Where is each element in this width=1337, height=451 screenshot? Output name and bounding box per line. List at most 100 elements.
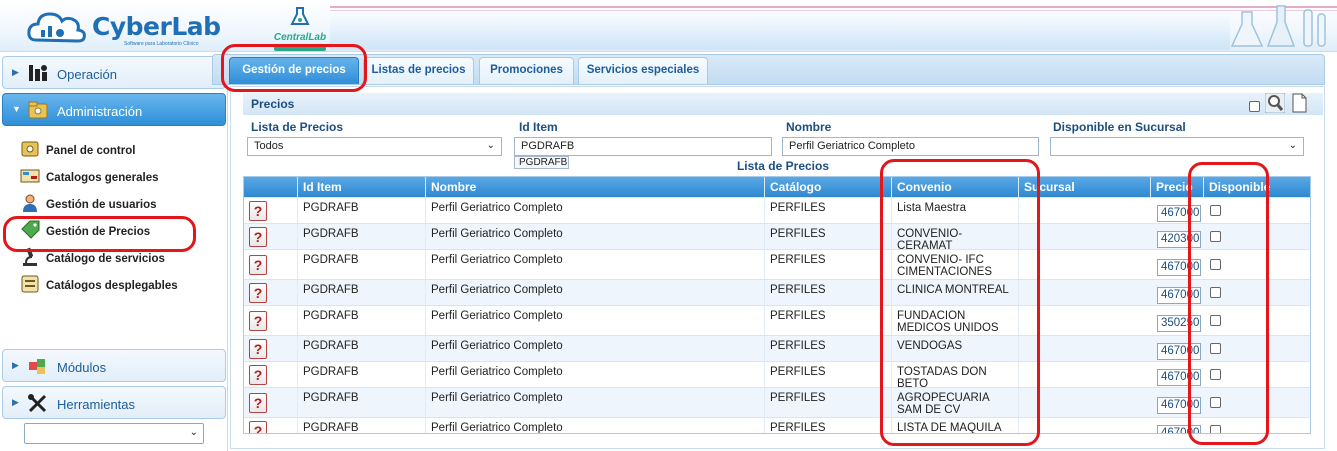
sidebar-select[interactable]: ⌄ — [24, 423, 204, 444]
tab-gestion-precios[interactable]: Gestión de precios — [229, 57, 359, 84]
help-question-icon[interactable]: ? — [249, 421, 267, 433]
cell-sucursal — [1018, 306, 1150, 335]
price-input[interactable]: 350250 — [1157, 315, 1201, 332]
sidebar-section-label: Operación — [57, 67, 117, 82]
sidebar-item-catalogos-desplegables[interactable]: Catálogos desplegables — [20, 274, 220, 296]
column-header-precio[interactable]: Precio — [1150, 177, 1203, 197]
help-question-icon[interactable]: ? — [249, 365, 267, 385]
lab-logo-bar — [274, 46, 326, 51]
id-item-input[interactable]: PGDRAFB — [514, 137, 772, 156]
column-header-actions — [244, 177, 297, 197]
sidebar-item-label: Gestión de usuarios — [46, 199, 157, 211]
tab-servicios-especiales[interactable]: Servicios especiales — [578, 57, 708, 84]
disponible-checkbox[interactable] — [1210, 343, 1221, 354]
user-icon — [23, 194, 37, 212]
disponible-checkbox[interactable] — [1210, 397, 1221, 408]
cell-nombre: Perfil Geriatrico Completo — [425, 362, 764, 387]
dropdown-list-icon — [21, 275, 39, 293]
column-header-convenio[interactable]: Convenio — [891, 177, 1018, 197]
sidebar-item-catalogos-generales[interactable]: Catalogos generales — [20, 166, 220, 188]
header-decor-line — [330, 10, 1337, 11]
column-header-nombre[interactable]: Nombre — [425, 177, 764, 197]
sidebar-section-herramientas[interactable]: ▶ Herramientas — [2, 386, 226, 419]
column-header-sucursal[interactable]: Sucursal — [1018, 177, 1150, 197]
cell-id: PGDRAFB — [297, 388, 425, 417]
tab-bar: Gestión de precios Listas de precios Pro… — [212, 54, 1325, 85]
cell-catalogo: PERFILES — [764, 306, 891, 335]
header-decor-wave — [330, 14, 1230, 50]
nombre-input[interactable]: Perfil Geriatrico Completo — [782, 137, 1039, 156]
cell-nombre: Perfil Geriatrico Completo — [425, 388, 764, 417]
table-row: ? PGDRAFB Perfil Geriatrico Completo PERFIL… — [244, 361, 1310, 387]
disponible-checkbox[interactable] — [1210, 259, 1221, 270]
disponible-checkbox[interactable] — [1210, 205, 1221, 216]
sidebar-item-label: Catálogos desplegables — [46, 280, 178, 292]
cell-convenio: TOSTADAS DON BETO — [891, 362, 1018, 387]
help-question-icon[interactable]: ? — [249, 393, 267, 413]
cell-id: PGDRAFB — [297, 280, 425, 305]
disponible-checkbox[interactable] — [1210, 369, 1221, 380]
table-row: ? PGDRAFB Perfil Geriatrico Completo PERFIL… — [244, 197, 1310, 223]
disponible-checkbox[interactable] — [1210, 231, 1221, 242]
price-input[interactable]: 467000 — [1157, 397, 1201, 414]
search-icon[interactable] — [1265, 93, 1285, 113]
help-question-icon[interactable]: ? — [249, 227, 267, 247]
cell-catalogo: PERFILES — [764, 418, 891, 433]
control-panel-icon — [21, 141, 39, 157]
select-all-checkbox[interactable] — [1249, 101, 1260, 112]
catalog-icon — [20, 169, 40, 183]
sidebar-item-panel-de-control[interactable]: Panel de control — [20, 139, 220, 161]
sidebar-item-gestion-usuarios[interactable]: Gestión de usuarios — [20, 193, 220, 215]
cell-sucursal — [1018, 280, 1150, 305]
chevron-down-icon: ⌄ — [1288, 140, 1297, 151]
puzzle-icon — [29, 359, 45, 374]
tab-promociones[interactable]: Promociones — [479, 57, 574, 84]
lista-precios-select[interactable]: Todos ⌄ — [247, 137, 502, 156]
table-row: ? PGDRAFB Perfil Geriatrico Completo PERFIL… — [244, 305, 1310, 335]
lista-precios-value: Todos — [254, 140, 284, 152]
sidebar-section-modulos[interactable]: ▶ Módulos — [2, 349, 226, 382]
tab-listas-precios[interactable]: Listas de precios — [363, 57, 474, 84]
disponible-checkbox[interactable] — [1210, 287, 1221, 298]
cell-nombre: Perfil Geriatrico Completo — [425, 198, 764, 223]
cell-catalogo: PERFILES — [764, 224, 891, 249]
cell-catalogo: PERFILES — [764, 250, 891, 279]
column-header-id[interactable]: Id Item — [297, 177, 425, 197]
column-header-catalogo[interactable]: Catálogo — [764, 177, 891, 197]
sidebar-section-operacion[interactable]: ▶ Operación — [2, 56, 226, 89]
help-question-icon[interactable]: ? — [249, 339, 267, 359]
disponible-checkbox[interactable] — [1210, 425, 1221, 433]
cell-convenio: CONVENIO- IFC CIMENTACIONES — [891, 250, 1018, 279]
tab-label: Servicios especiales — [586, 64, 700, 76]
column-header-disponible[interactable]: Disponible — [1203, 177, 1310, 197]
sidebar-section-administracion[interactable]: ▼ Administración — [2, 93, 226, 126]
new-document-icon[interactable] — [1289, 93, 1309, 113]
table-row: ? PGDRAFB Perfil Geriatrico Completo PERFIL… — [244, 387, 1310, 417]
help-question-icon[interactable]: ? — [249, 255, 267, 275]
cell-catalogo: PERFILES — [764, 336, 891, 361]
price-input[interactable]: 467000 — [1157, 425, 1201, 433]
price-input[interactable]: 467000 — [1157, 287, 1201, 304]
cell-sucursal — [1018, 336, 1150, 361]
app-header: CyberLab Software para Laboratorio Clíni… — [0, 0, 1337, 52]
help-question-icon[interactable]: ? — [249, 201, 267, 221]
price-input[interactable]: 467000 — [1157, 259, 1201, 276]
help-question-icon[interactable]: ? — [249, 283, 267, 303]
price-input[interactable]: 467000 — [1157, 369, 1201, 386]
cell-id: PGDRAFB — [297, 250, 425, 279]
cell-nombre: Perfil Geriatrico Completo — [425, 224, 764, 249]
disponible-sucursal-select[interactable]: ⌄ — [1050, 137, 1304, 156]
tools-icon — [28, 394, 47, 413]
sidebar-item-catalogo-servicios[interactable]: Catálogo de servicios — [20, 247, 220, 269]
price-input[interactable]: 420300 — [1157, 231, 1201, 248]
cell-convenio: Lista Maestra — [891, 198, 1018, 223]
id-item-label: Id Item — [519, 120, 558, 134]
cell-sucursal — [1018, 224, 1150, 249]
tab-label: Gestión de precios — [242, 64, 346, 76]
sidebar-item-gestion-precios[interactable]: Gestión de Precios — [20, 220, 220, 242]
price-input[interactable]: 467000 — [1157, 343, 1201, 360]
price-input[interactable]: 467000 — [1157, 205, 1201, 222]
prices-panel: Precios Lista de Precios Todos ⌄ Id Item… — [230, 86, 1325, 449]
help-question-icon[interactable]: ? — [249, 311, 267, 331]
disponible-checkbox[interactable] — [1210, 315, 1221, 326]
